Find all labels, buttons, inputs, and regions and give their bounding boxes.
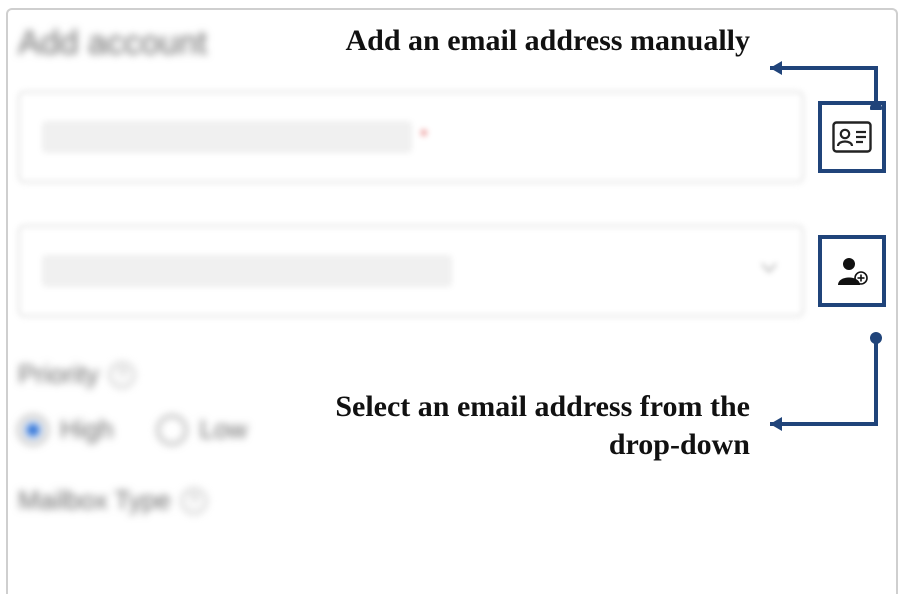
help-icon[interactable]: ? [181, 488, 207, 514]
select-email-dropdown-button[interactable] [818, 235, 886, 307]
add-email-manual-button[interactable] [818, 101, 886, 173]
mailbox-text: Mailbox Type [18, 485, 171, 516]
help-icon[interactable]: ? [109, 362, 135, 388]
email-field-row: * [18, 91, 886, 183]
dropdown-field-row [18, 225, 886, 317]
priority-high-label: High [60, 414, 113, 445]
email-placeholder-mask [42, 121, 412, 153]
priority-radio-group: High Low [18, 414, 886, 445]
priority-low-radio[interactable]: Low [157, 414, 247, 445]
page-title: Add account [18, 24, 886, 63]
mailbox-type-label: Mailbox Type ? [18, 485, 886, 516]
email-dropdown[interactable] [18, 225, 804, 317]
priority-label: Priority ? [18, 359, 886, 390]
priority-text: Priority [18, 359, 99, 390]
radio-icon [157, 415, 187, 445]
required-marker-icon: * [420, 126, 428, 149]
radio-icon [18, 415, 48, 445]
person-add-icon [834, 253, 870, 289]
dropdown-placeholder-mask [42, 255, 452, 287]
priority-low-label: Low [199, 414, 247, 445]
email-input[interactable]: * [18, 91, 804, 183]
chevron-down-icon [758, 257, 780, 285]
priority-high-radio[interactable]: High [18, 414, 113, 445]
id-card-icon [832, 121, 872, 153]
add-account-panel: Add account * [6, 8, 898, 594]
